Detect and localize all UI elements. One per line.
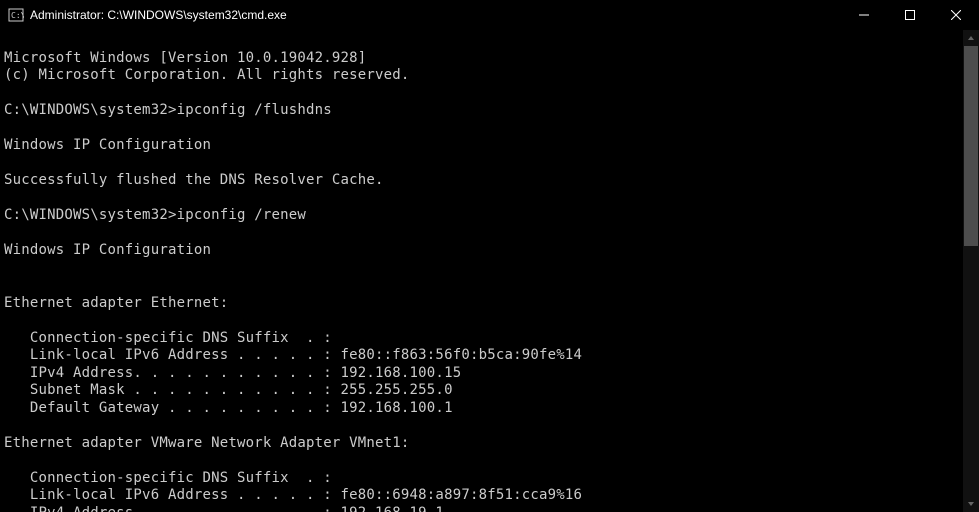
property-line: IPv4 Address. . . . . . . . . . . : 192.…	[4, 365, 461, 381]
property-line: Link-local IPv6 Address . . . . . : fe80…	[4, 487, 582, 503]
window-title: Administrator: C:\WINDOWS\system32\cmd.e…	[30, 8, 841, 22]
window-controls	[841, 0, 979, 30]
terminal-output[interactable]: Microsoft Windows [Version 10.0.19042.92…	[0, 30, 979, 512]
property-line: Subnet Mask . . . . . . . . . . . : 255.…	[4, 382, 453, 398]
adapter-title: Ethernet adapter Ethernet:	[4, 295, 228, 311]
scroll-up-arrow[interactable]	[963, 30, 979, 46]
output-line: (c) Microsoft Corporation. All rights re…	[4, 67, 410, 83]
output-line: Successfully flushed the DNS Resolver Ca…	[4, 172, 384, 188]
output-line: Microsoft Windows [Version 10.0.19042.92…	[4, 50, 366, 66]
property-line: IPv4 Address. . . . . . . . . . . : 192.…	[4, 505, 444, 512]
scroll-down-arrow[interactable]	[963, 496, 979, 512]
property-line: Default Gateway . . . . . . . . . : 192.…	[4, 400, 453, 416]
property-line: Connection-specific DNS Suffix . :	[4, 470, 332, 486]
cmd-icon: C:\	[8, 7, 24, 23]
adapter-title: Ethernet adapter VMware Network Adapter …	[4, 435, 410, 451]
close-button[interactable]	[933, 0, 979, 30]
output-line: Windows IP Configuration	[4, 242, 211, 258]
maximize-button[interactable]	[887, 0, 933, 30]
property-line: Link-local IPv6 Address . . . . . : fe80…	[4, 347, 582, 363]
prompt-line: C:\WINDOWS\system32>ipconfig /renew	[4, 207, 306, 223]
scrollbar-thumb[interactable]	[964, 46, 978, 246]
scrollbar[interactable]	[963, 30, 979, 512]
titlebar[interactable]: C:\ Administrator: C:\WINDOWS\system32\c…	[0, 0, 979, 30]
prompt-line: C:\WINDOWS\system32>ipconfig /flushdns	[4, 102, 332, 118]
svg-text:C:\: C:\	[11, 11, 24, 20]
output-line: Windows IP Configuration	[4, 137, 211, 153]
property-line: Connection-specific DNS Suffix . :	[4, 330, 332, 346]
minimize-button[interactable]	[841, 0, 887, 30]
